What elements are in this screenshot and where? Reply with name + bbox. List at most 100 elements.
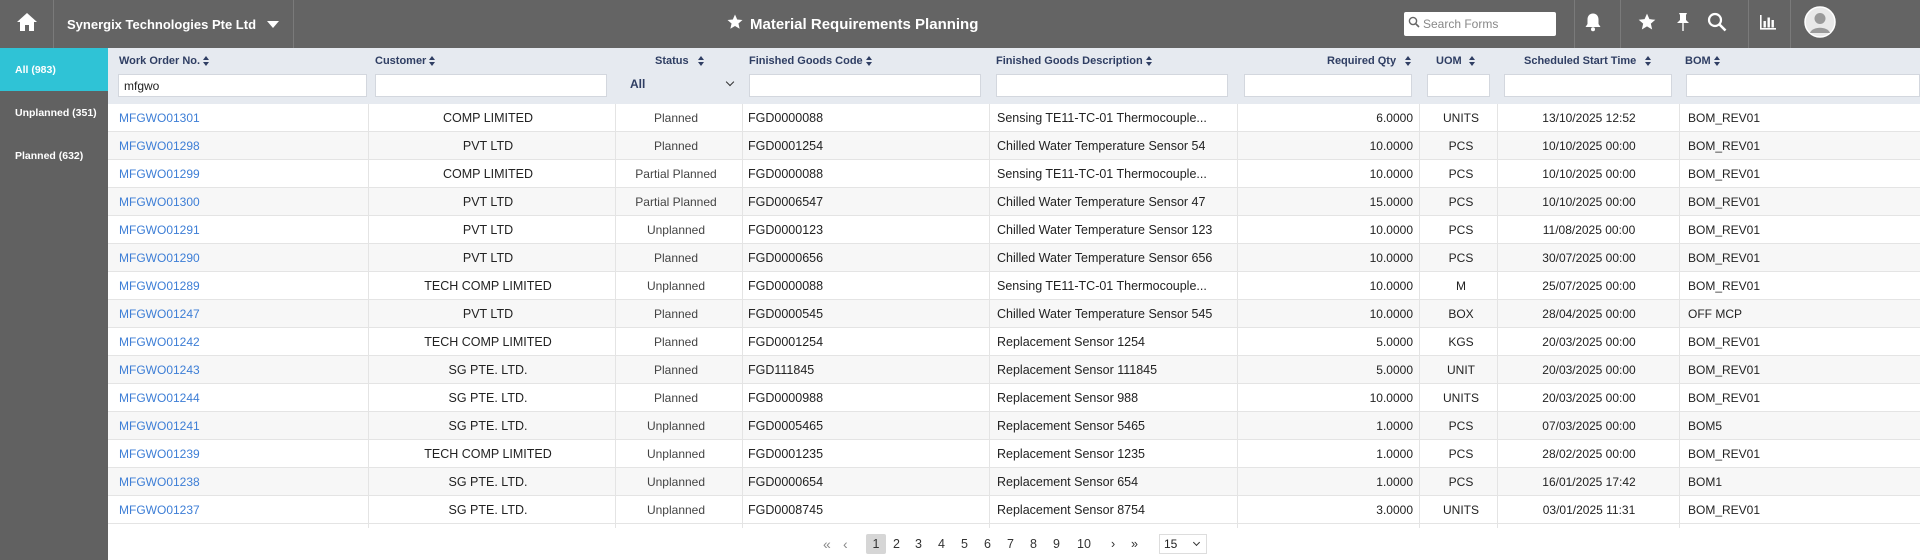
uom-cell: PCS [1448,419,1474,433]
status-filter-value: All [630,76,646,91]
work-order-link[interactable]: MFGWO01237 [119,496,200,524]
chevron-down-icon[interactable] [267,20,279,28]
uom-cell: PCS [1448,139,1474,153]
first-page-icon[interactable]: « [823,534,831,554]
fg-code-filter-input[interactable] [749,74,981,97]
page-3[interactable]: 3 [915,534,922,554]
sidebar-item-unplanned[interactable]: Unplanned (351) [0,91,108,134]
start-time-cell: 10/10/2025 00:00 [1542,195,1636,209]
uom-filter-input[interactable] [1427,74,1490,97]
table-row[interactable]: MFGWO01242 TECH COMP LIMITED Planned FGD000… [108,328,1920,356]
table-row[interactable]: MFGWO01243 SG PTE. LTD. Planned FGD111845 Re… [108,356,1920,384]
notifications-button[interactable] [1573,0,1613,48]
page-2[interactable]: 2 [893,534,900,554]
page-4[interactable]: 4 [938,534,945,554]
status-filter-select[interactable]: All [627,72,741,95]
bom-cell: BOM_REV01 [1688,363,1761,377]
favorite-star-icon[interactable] [726,13,744,35]
table-row[interactable]: MFGWO01239 TECH COMP LIMITED Unplanned FGD0… [108,440,1920,468]
customer-cell: SG PTE. LTD. [448,363,528,377]
page-6[interactable]: 6 [984,534,991,554]
uom-cell: PCS [1448,251,1474,265]
table-row[interactable]: MFGWO01301 COMP LIMITED Planned FGD0000088 S… [108,104,1920,132]
bom-cell: BOM5 [1688,419,1723,433]
column-label: Scheduled Start Time [1524,55,1637,67]
column-header-uom[interactable]: UOM [1436,55,1475,67]
home-button[interactable] [0,0,54,48]
column-header-fg-description[interactable]: Finished Goods Description [996,55,1152,67]
favorites-button[interactable] [1627,0,1667,48]
previous-page-icon[interactable]: ‹ [843,534,848,554]
required-qty-cell: 10.0000 [1369,391,1413,405]
required-qty-filter-input[interactable] [1244,74,1412,97]
start-time-cell: 16/01/2025 17:42 [1542,475,1636,489]
table-row[interactable]: MFGWO01237 SG PTE. LTD. Unplanned FGD000874… [108,496,1920,524]
column-header-status[interactable]: Status [655,55,704,67]
work-order-link[interactable]: MFGWO01298 [119,132,200,160]
work-order-link[interactable]: MFGWO01243 [119,356,200,384]
uom-cell: KGS [1448,335,1474,349]
column-header-required-qty[interactable]: Required Qty [1327,55,1412,67]
work-order-link[interactable]: MFGWO01241 [119,412,200,440]
start-time-filter-input[interactable] [1504,74,1672,97]
column-label: Finished Goods Code [749,55,863,67]
work-order-link[interactable]: MFGWO01299 [119,160,200,188]
page-5[interactable]: 5 [961,534,968,554]
table-row[interactable]: MFGWO01289 TECH COMP LIMITED Unplanned FGD0… [108,272,1920,300]
table-row[interactable]: MFGWO01300 PVT LTD Partial Planned FGD00065… [108,188,1920,216]
work-order-link[interactable]: MFGWO01291 [119,216,200,244]
work-order-link[interactable]: MFGWO01290 [119,244,200,272]
fg-description-cell: Chilled Water Temperature Sensor 656 [997,251,1213,265]
sidebar-item-planned[interactable]: Planned (632) [0,134,108,177]
page-size-select[interactable]: 15 [1159,534,1207,554]
column-divider [1679,104,1680,528]
table-row[interactable]: MFGWO01299 COMP LIMITED Partial Planned FGD… [108,160,1920,188]
sidebar-item-all[interactable]: All (983) [0,48,108,91]
work-order-link[interactable]: MFGWO01238 [119,468,200,496]
page-10[interactable]: 10 [1077,534,1091,554]
page-1[interactable]: 1 [866,534,886,554]
column-header-fg-code[interactable]: Finished Goods Code [749,55,872,67]
fg-code-cell: FGD0001254 [748,335,824,349]
work-order-filter-input[interactable] [118,74,367,97]
bom-filter-input[interactable] [1686,74,1920,97]
global-search-button[interactable] [1697,0,1737,48]
page-8[interactable]: 8 [1030,534,1037,554]
work-order-link[interactable]: MFGWO01247 [119,300,200,328]
table-row[interactable]: MFGWO01247 PVT LTD Planned FGD0000545 Chille… [108,300,1920,328]
table-row[interactable]: MFGWO01244 SG PTE. LTD. Planned FGD0000988 R… [108,384,1920,412]
work-order-link[interactable]: MFGWO01239 [119,440,200,468]
fg-description-filter-input[interactable] [996,74,1228,97]
column-header-start-time[interactable]: Scheduled Start Time [1524,55,1652,67]
column-divider [1237,104,1238,528]
column-header-work-order[interactable]: Work Order No. [119,55,210,67]
table-row[interactable]: MFGWO01238 SG PTE. LTD. Unplanned FGD000065… [108,468,1920,496]
work-order-link[interactable]: MFGWO01244 [119,384,200,412]
dashboard-button[interactable] [1748,0,1788,48]
last-page-icon[interactable]: » [1131,534,1138,554]
bom-cell: BOM1 [1688,475,1723,489]
work-order-link[interactable]: MFGWO01289 [119,272,200,300]
column-header-bom[interactable]: BOM [1685,55,1720,67]
search-forms-box[interactable] [1404,12,1556,36]
work-order-link[interactable]: MFGWO01300 [119,188,200,216]
work-order-link[interactable]: MFGWO01242 [119,328,200,356]
fg-code-cell: FGD0000088 [748,167,824,181]
table-row[interactable]: MFGWO01298 PVT LTD Planned FGD0001254 Chille… [108,132,1920,160]
table-row[interactable]: MFGWO01241 SG PTE. LTD. Unplanned FGD000546… [108,412,1920,440]
bom-cell: BOM_REV01 [1688,223,1761,237]
company-selector[interactable]: Synergix Technologies Pte Ltd [54,0,294,48]
table-row[interactable]: MFGWO01291 PVT LTD Unplanned FGD0000123 Chil… [108,216,1920,244]
page-9[interactable]: 9 [1053,534,1060,554]
required-qty-cell: 3.0000 [1376,503,1413,517]
next-page-icon[interactable]: › [1111,534,1115,554]
pagination: « ‹ 1 2 3 4 5 6 7 8 9 10 › » 15 [108,528,1920,560]
table-row[interactable]: MFGWO01290 PVT LTD Planned FGD0000656 Chille… [108,244,1920,272]
search-forms-input[interactable] [1423,17,1551,31]
customer-filter-input[interactable] [375,74,607,97]
column-header-customer[interactable]: Customer [375,55,436,67]
page-7[interactable]: 7 [1007,534,1014,554]
column-label: Customer [375,55,427,67]
user-menu-button[interactable] [1800,0,1840,48]
work-order-link[interactable]: MFGWO01301 [119,104,200,132]
